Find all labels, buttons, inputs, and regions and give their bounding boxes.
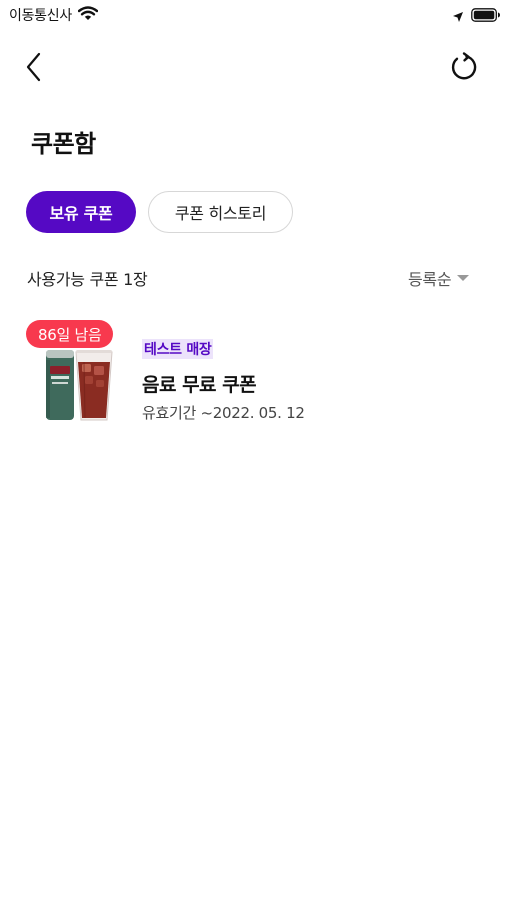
battery-icon	[471, 7, 501, 26]
location-arrow-icon	[452, 8, 464, 27]
chevron-left-icon	[26, 52, 41, 82]
back-button[interactable]	[22, 50, 50, 84]
wifi-icon	[77, 6, 99, 25]
tab-coupon-history[interactable]: 쿠폰 히스토리	[148, 191, 293, 233]
days-remaining-badge: 86일 남음	[26, 320, 114, 348]
tab-owned-coupons[interactable]: 보유 쿠폰	[26, 191, 136, 233]
coupon-validity: 유효기간 ~2022. 05. 12	[142, 404, 305, 422]
status-bar: 이동통신사	[0, 0, 507, 30]
page-title: 쿠폰함	[31, 130, 96, 158]
sort-dropdown[interactable]: 등록순	[408, 266, 470, 290]
coupon-title: 음료 무료 쿠폰	[142, 374, 257, 396]
available-coupon-count: 사용가능 쿠폰 1장	[27, 270, 148, 289]
refresh-icon	[451, 52, 477, 80]
coupon-list-item[interactable]: 86일 남음 테스트 매장 음료 무료 쿠폰 유효기간 ~2022. 05. 1…	[24, 318, 484, 430]
caret-down-icon	[457, 275, 470, 281]
drink-can-and-iced-coffee-image	[44, 346, 114, 424]
sort-dropdown-value: 등록순	[408, 270, 452, 289]
refresh-button[interactable]	[447, 50, 481, 84]
carrier-label: 이동통신사	[9, 8, 72, 24]
coupon-store-name: 테스트 매장	[142, 339, 214, 359]
